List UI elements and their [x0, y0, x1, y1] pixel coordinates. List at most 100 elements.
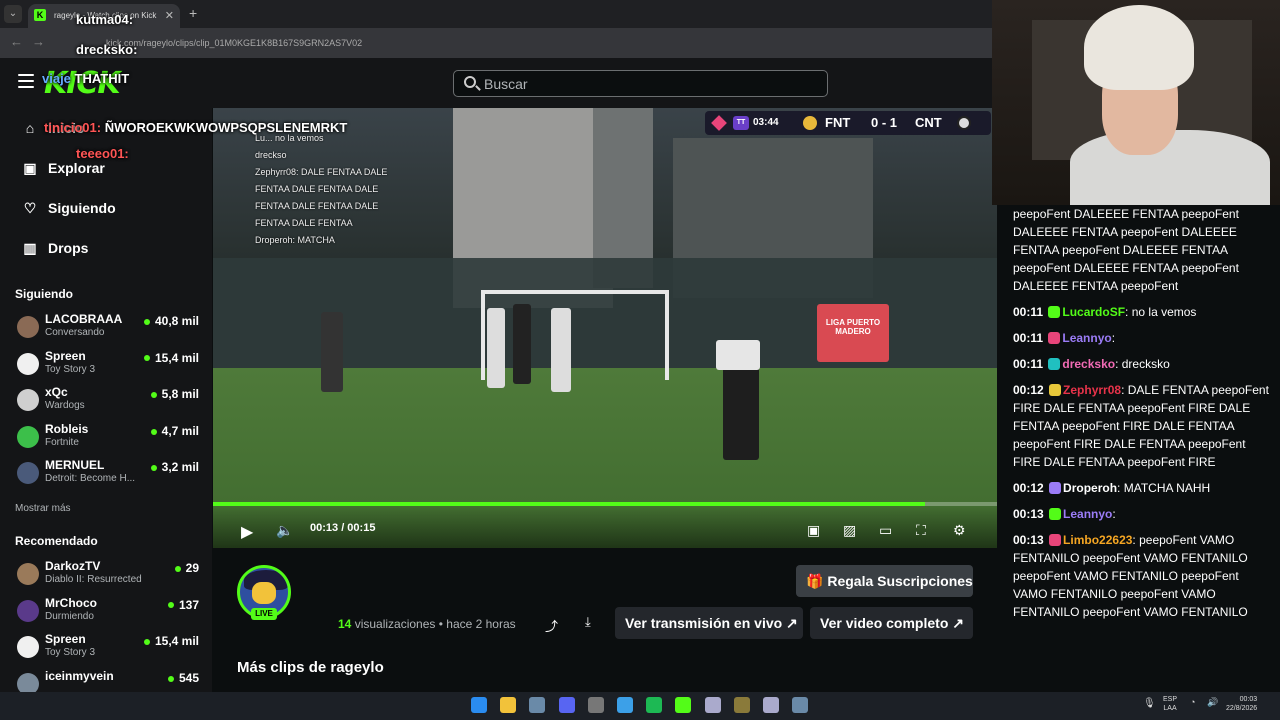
- chat-username[interactable]: LucardoSF: [1062, 305, 1125, 319]
- viewer-count: 40,8 mil: [143, 314, 199, 328]
- theater-mode-icon[interactable]: ▭: [879, 522, 892, 539]
- overlay-user: teeeo01:: [76, 146, 129, 161]
- live-dot-icon: [150, 392, 157, 399]
- scoreboard: TT 03:44 FNT 0 - 1 CNT: [705, 111, 991, 135]
- viewer-count: 4,7 mil: [150, 424, 199, 438]
- tt-logo-icon: TT: [733, 116, 749, 130]
- channel-name: Spreen: [45, 348, 86, 363]
- chat-badge-icon: [1049, 534, 1062, 546]
- channel-name: MrChoco: [45, 595, 97, 610]
- chat-text: :: [1112, 507, 1116, 521]
- channel-avatar-icon: [17, 316, 39, 338]
- channel-avatar-icon: [17, 636, 39, 659]
- overlay-chat-line: Droperoh: MATCHA: [255, 235, 335, 245]
- search-input[interactable]: Buscar: [453, 70, 828, 97]
- video-player[interactable]: LIGA PUERTO MADERO TT 03:44 FNT 0 - 1 CN…: [213, 108, 997, 548]
- channel-row[interactable]: Spreen Toy Story 3 15,4 mil: [15, 349, 205, 385]
- live-dot-icon: [143, 639, 150, 646]
- fullscreen-icon[interactable]: ⛶: [916, 522, 926, 539]
- tab-search-button[interactable]: ⌄: [4, 5, 22, 23]
- live-dot-icon: [143, 318, 150, 325]
- mic-icon[interactable]: 🎙: [1143, 698, 1156, 709]
- sidebar-item-drops[interactable]: ▥ Drops: [20, 240, 88, 257]
- steam-icon[interactable]: [529, 697, 546, 713]
- watch-live-button[interactable]: Ver transmisión en vivo ↗: [615, 607, 803, 639]
- chat-username[interactable]: Leannyo: [1063, 507, 1112, 521]
- chat-timestamp: 00:12: [1013, 383, 1044, 397]
- download-icon[interactable]: ⤓: [585, 614, 591, 630]
- channel-row[interactable]: Robleis Fortnite 4,7 mil: [15, 422, 205, 458]
- url-field[interactable]: kick.com/rageylo/clips/clip_01M0KGE1K8B1…: [80, 33, 600, 53]
- show-more-link[interactable]: Mostrar más: [15, 503, 71, 514]
- gift-subscriptions-button[interactable]: 🎁 Regala Suscripciones: [796, 565, 973, 597]
- explore-icon: ▣: [23, 160, 37, 176]
- channel-avatar-icon: [17, 563, 39, 585]
- search-icon: [464, 76, 476, 88]
- chat-username[interactable]: Limbo22623: [1063, 533, 1132, 547]
- chrome-icon[interactable]: [617, 697, 633, 713]
- timecode: 00:13 / 00:15: [310, 522, 376, 534]
- clock[interactable]: 00:03 22/8/2026: [1226, 695, 1257, 713]
- chat-username[interactable]: Zephyrr08: [1063, 383, 1121, 397]
- overlay-text: THATHIT: [74, 71, 130, 86]
- team2-crest-icon: [957, 116, 971, 130]
- app-icon[interactable]: [733, 697, 750, 713]
- forward-icon[interactable]: →: [32, 34, 45, 49]
- overlay-user: viaje: [42, 71, 71, 86]
- play-icon[interactable]: ▶: [241, 522, 253, 542]
- obs-icon[interactable]: [587, 697, 604, 713]
- clock-date: 22/8/2026: [1226, 705, 1258, 712]
- overlay-chat-line: Zephyrr08: DALE FENTAA DALE: [255, 167, 388, 177]
- start-icon[interactable]: [471, 697, 487, 713]
- captions-off-icon[interactable]: ▨: [843, 522, 856, 539]
- chat-username[interactable]: drecksko: [1062, 357, 1115, 371]
- chat-timestamp: 00:13: [1013, 507, 1044, 521]
- heart-icon: ♡: [23, 200, 37, 216]
- channel-row[interactable]: MrChoco Durmiendo 137: [15, 596, 205, 632]
- player-figure: [551, 308, 571, 392]
- viewer-count: 5,8 mil: [150, 387, 199, 401]
- ccleaner-icon[interactable]: [704, 697, 721, 713]
- sidebar-item-siguiendo[interactable]: ♡ Siguiendo: [20, 200, 116, 217]
- share-icon[interactable]: ⤴: [545, 616, 558, 635]
- viewer-count: 3,2 mil: [150, 460, 199, 474]
- close-tab-icon[interactable]: ✕: [165, 9, 174, 22]
- spotify-icon[interactable]: [646, 697, 663, 713]
- watch-full-video-button[interactable]: Ver video completo ↗: [810, 607, 973, 639]
- overlay-text: ÑWOROEKWKWOWPSQPSLENEMRKT: [104, 120, 348, 135]
- chat-username[interactable]: Leannyo: [1062, 331, 1111, 345]
- viewer-count-value: 137: [178, 597, 199, 612]
- channel-name: Robleis: [45, 421, 89, 436]
- chat-text: : MATCHA NAHH: [1117, 481, 1211, 495]
- overlay-chat-line: dreckso: [255, 150, 287, 160]
- clock-time: 00:03: [1239, 696, 1258, 703]
- steam-icon[interactable]: [792, 697, 809, 713]
- channel-row[interactable]: Spreen Toy Story 3 15,4 mil: [15, 632, 205, 668]
- viewer-count: 137: [167, 597, 199, 612]
- channel-row[interactable]: xQc Wardogs 5,8 mil: [15, 385, 205, 421]
- channel-row[interactable]: DarkozTV Diablo II: Resurrected 29: [15, 559, 205, 595]
- chat-panel: peepoFent DALEEEE FENTAA peepoFent DALEE…: [1005, 205, 1280, 692]
- back-icon[interactable]: ←: [10, 34, 23, 49]
- chat-username[interactable]: Droperoh: [1063, 481, 1117, 495]
- viewer-count-value: 545: [178, 670, 199, 685]
- overlay-line: teeeo01:: [76, 146, 129, 161]
- sidebar-item-explorar[interactable]: ▣ Explorar: [20, 160, 104, 177]
- pip-icon[interactable]: ▣: [807, 522, 820, 539]
- discord-icon[interactable]: [558, 697, 575, 713]
- channel-row[interactable]: MERNUEL Detroit: Become H... 3,2 mil: [15, 458, 205, 494]
- new-tab-icon[interactable]: +: [189, 5, 197, 21]
- language-indicator[interactable]: ESP LAA: [1163, 695, 1177, 713]
- volume-icon[interactable]: 🔈: [276, 522, 293, 539]
- channel-category: Toy Story 3: [45, 647, 96, 659]
- chat-timestamp: 00:11: [1013, 331, 1044, 345]
- channel-row[interactable]: LACOBRAAA Conversando 40,8 mil: [15, 312, 205, 348]
- wifi-icon[interactable]: ◔: [1190, 697, 1195, 707]
- channel-name: DarkozTV: [45, 559, 101, 573]
- kick-icon[interactable]: [675, 697, 692, 713]
- menu-icon[interactable]: [18, 74, 34, 88]
- file-explorer-icon[interactable]: [500, 697, 517, 713]
- settings-icon[interactable]: ⚙: [953, 522, 966, 539]
- volume-tray-icon[interactable]: 🔊: [1207, 697, 1218, 708]
- ccleaner-icon[interactable]: [763, 697, 779, 713]
